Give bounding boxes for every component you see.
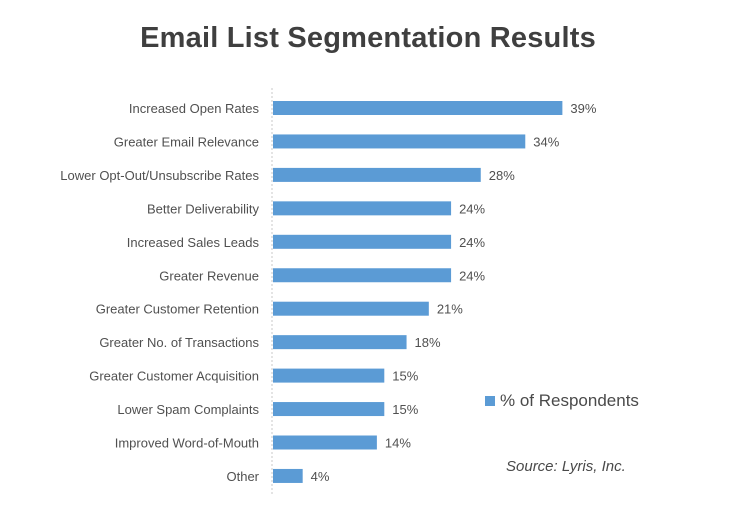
category-label: Better Deliverability <box>147 201 259 216</box>
category-label: Other <box>226 469 259 484</box>
value-label: 24% <box>459 201 485 216</box>
legend: % of Respondents <box>485 391 639 411</box>
category-labels: Increased Open Rates Greater Email Releva… <box>60 101 259 484</box>
value-label: 4% <box>311 469 330 484</box>
category-label: Greater No. of Transactions <box>99 335 259 350</box>
bar <box>273 301 429 316</box>
bar <box>273 468 303 483</box>
bar <box>273 167 481 182</box>
category-label: Lower Spam Complaints <box>117 402 259 417</box>
bars <box>273 101 563 483</box>
value-label: 34% <box>533 134 559 149</box>
value-label: 15% <box>392 369 418 384</box>
bar <box>273 201 452 216</box>
value-label: 15% <box>392 402 418 417</box>
legend-label: % of Respondents <box>500 391 639 410</box>
bar <box>273 268 452 283</box>
bar-chart: Increased Open Rates Greater Email Releva… <box>60 88 597 496</box>
bar <box>273 435 377 450</box>
bar <box>273 234 452 249</box>
category-label: Greater Email Relevance <box>114 134 259 149</box>
category-label: Greater Customer Acquisition <box>89 369 259 384</box>
value-labels: 39% 34% 28% 24% 24% 24% 21% 18% 15% 15% 14% 4% <box>311 101 597 484</box>
legend-swatch <box>485 396 495 406</box>
value-label: 14% <box>385 436 411 451</box>
value-label: 18% <box>415 335 441 350</box>
category-label: Increased Open Rates <box>129 101 260 116</box>
value-label: 39% <box>570 101 596 116</box>
bar <box>273 335 407 350</box>
category-label: Greater Revenue <box>159 268 259 283</box>
category-label: Greater Customer Retention <box>96 302 259 317</box>
bar <box>273 134 526 149</box>
value-label: 21% <box>437 302 463 317</box>
value-label: 28% <box>489 168 515 183</box>
category-label: Lower Opt-Out/Unsubscribe Rates <box>60 168 259 183</box>
category-label: Increased Sales Leads <box>127 235 260 250</box>
bar <box>273 368 385 383</box>
source-note: Source: Lyris, Inc. <box>506 458 626 475</box>
value-label: 24% <box>459 235 485 250</box>
value-label: 24% <box>459 268 485 283</box>
category-label: Improved Word-of-Mouth <box>115 436 259 451</box>
bar <box>273 101 563 115</box>
bar <box>273 402 385 417</box>
